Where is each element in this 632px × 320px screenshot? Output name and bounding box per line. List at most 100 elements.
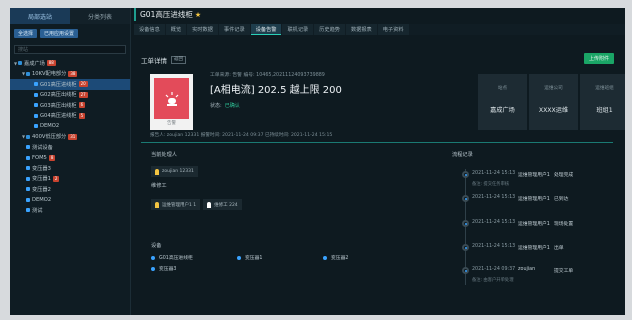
device-item[interactable]: 变压器3 xyxy=(151,265,237,272)
alarm-card: 告警 xyxy=(150,74,193,130)
tab-0[interactable]: 设备信息 xyxy=(134,24,165,35)
device-item[interactable]: 变压器2 xyxy=(323,254,409,261)
tree-node[interactable]: ▼ 10KV配电部分 38 xyxy=(10,69,130,80)
status-value: 已确认 xyxy=(224,103,240,109)
tree-node-label: 变压器3 xyxy=(32,165,51,172)
tree-node-label: 400V低压部分 xyxy=(32,134,67,141)
event-action: 现场处置 xyxy=(554,222,574,227)
tree-node[interactable]: 测试 xyxy=(10,205,130,216)
device-dot-icon xyxy=(151,255,155,260)
tab-1[interactable]: 概览 xyxy=(165,24,187,35)
info-card-value: 班组1 xyxy=(596,107,613,114)
site-search-input[interactable]: 搜站 xyxy=(14,45,126,54)
alarm-count-badge: 31 xyxy=(68,133,78,140)
node-icon xyxy=(26,145,30,150)
upload-attachment-button[interactable]: 上传附件 xyxy=(584,53,614,64)
tree-node-label: G02高压出线柜 xyxy=(40,92,77,99)
alarm-icon-tile xyxy=(154,78,189,119)
tree-node[interactable]: 变压器1 2 xyxy=(10,174,130,185)
event-time: 2021-11-24 15:13 xyxy=(472,244,516,249)
work-order-meta: 工单来源: 告警 编号: 10465,20211124093739889 xyxy=(210,73,325,78)
info-card: 运维公司 XXXX运维 xyxy=(529,74,578,130)
info-card-value: 嘉成广场 xyxy=(490,107,515,114)
tree-node-label: 变压器2 xyxy=(32,186,51,193)
info-card-value: XXXX运维 xyxy=(538,107,569,114)
select-all-button[interactable]: 全选择 xyxy=(14,29,38,38)
tree-node-label: DEMO2 xyxy=(32,196,52,203)
node-icon xyxy=(34,124,38,129)
tree-node-label: G04高压进线柜 xyxy=(40,113,77,120)
handler-chip: zoujian 12331 xyxy=(151,166,198,177)
node-icon xyxy=(34,113,38,118)
section-title: 工单详情 xyxy=(141,57,167,65)
work-order-title: [A相电流] 202.5 越上限 200 xyxy=(210,85,342,96)
tree-node[interactable]: DEMO2 xyxy=(10,195,130,206)
maintenance-label: 维修工 xyxy=(151,183,167,189)
event-user: zoujian xyxy=(518,267,536,272)
tab-site-select[interactable]: 局部选站 xyxy=(10,8,70,24)
event-note: 备注: 由客户开单处理 xyxy=(472,278,514,283)
timeline-dot-icon xyxy=(462,195,469,202)
node-icon xyxy=(34,103,38,108)
alarm-caption: 告警 xyxy=(167,121,176,126)
node-icon xyxy=(34,82,38,87)
tab-6[interactable]: 历史趋势 xyxy=(314,24,345,35)
person-icon xyxy=(155,201,159,208)
handler-chip: 运维管理用户1 1 xyxy=(151,199,201,210)
node-icon xyxy=(26,197,30,202)
tree-node[interactable]: G01高压进线柜 20 xyxy=(10,79,130,90)
current-handler-label: 当前处理人 xyxy=(151,152,177,158)
tree-node[interactable]: G04高压进线柜 5 xyxy=(10,111,130,122)
alarm-count-badge: 2 xyxy=(52,175,60,182)
info-cards: 站点 嘉成广场 运维公司 XXXX运维 运维班组 班组1 xyxy=(478,74,625,130)
history-label: 流程记录 xyxy=(452,152,473,158)
tree-node[interactable]: 变压器2 xyxy=(10,184,130,195)
tab-5[interactable]: 联机记录 xyxy=(282,24,314,35)
device-dot-icon xyxy=(237,255,241,260)
info-card-key: 运维公司 xyxy=(544,86,563,91)
person-icon xyxy=(155,168,159,175)
node-icon xyxy=(34,92,38,97)
event-user: 运维管理用户1 xyxy=(518,173,550,178)
tree-node[interactable]: 变压器3 xyxy=(10,163,130,174)
page-title-bar: G01高压进线柜 ★ xyxy=(134,8,625,21)
info-card-key: 站点 xyxy=(497,86,508,91)
device-name: G01高压进线柜 xyxy=(159,256,193,261)
tree-node[interactable]: G03高压出线柜 6 xyxy=(10,100,130,111)
tree-node-label: FOM5 xyxy=(32,154,47,161)
node-icon xyxy=(26,187,30,192)
tab-8[interactable]: 电子资料 xyxy=(377,24,409,35)
tab-4[interactable]: 设备告警 xyxy=(250,24,282,35)
device-label: 设备 xyxy=(151,243,162,249)
alarm-count-badge: 6 xyxy=(78,102,86,109)
tab-3[interactable]: 事件记录 xyxy=(218,24,250,35)
person-icon xyxy=(207,201,212,208)
tab-category-list[interactable]: 分类列表 xyxy=(70,8,130,24)
event-action: 出单 xyxy=(554,246,564,251)
tree-node[interactable]: FOM5 8 xyxy=(10,153,130,164)
event-action: 处理完成 xyxy=(554,173,574,178)
site-tree: ▼ 嘉成广场 88 ▼ 10KV配电部分 38 G01高压进线柜 20 G02高压出线柜 27 G0… xyxy=(10,58,130,216)
tree-node-label: 测试设备 xyxy=(32,144,53,151)
tree-node-label: 10KV配电部分 xyxy=(32,71,67,78)
device-item[interactable]: 变压器1 xyxy=(237,254,323,261)
tree-node[interactable]: 测试设备 xyxy=(10,142,130,153)
tree-node-label: 测试 xyxy=(32,207,43,214)
favorite-star-icon[interactable]: ★ xyxy=(195,11,201,19)
tree-node[interactable]: DEMO2 xyxy=(10,121,130,132)
tree-node[interactable]: ▼ 嘉成广场 88 xyxy=(10,58,130,69)
tree-node[interactable]: G02高压出线柜 27 xyxy=(10,90,130,101)
apply-settings-button[interactable]: 已用应用设置 xyxy=(40,29,79,38)
tree-node[interactable]: ▼ 400V低压部分 31 xyxy=(10,132,130,143)
back-button[interactable]: 返回 xyxy=(171,56,186,64)
event-action: 提交工单 xyxy=(554,269,574,274)
current-handler-list: zoujian 12331 xyxy=(151,166,245,177)
alarm-count-badge: 20 xyxy=(78,81,88,88)
info-card: 站点 嘉成广场 xyxy=(478,74,527,130)
tab-2[interactable]: 实时数据 xyxy=(187,24,218,35)
work-order-status: 状态: 已确认 xyxy=(210,102,240,109)
tab-7[interactable]: 数据报表 xyxy=(345,24,377,35)
device-item[interactable]: G01高压进线柜 xyxy=(151,254,237,261)
node-icon xyxy=(26,71,30,76)
device-name: 变压器1 xyxy=(245,256,263,261)
